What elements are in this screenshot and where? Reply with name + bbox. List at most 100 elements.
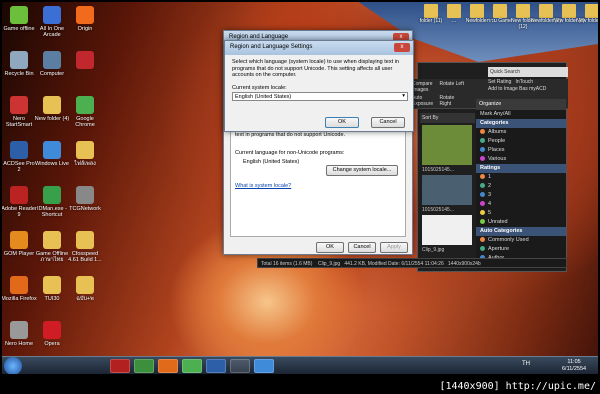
desktop-icon[interactable]: ACDSee Pro 2: [2, 141, 37, 173]
thumbnail[interactable]: [422, 125, 472, 165]
desktop-icon[interactable]: Recycle Bin: [2, 51, 37, 77]
locale-select[interactable]: English (United States) ▾: [232, 92, 408, 101]
toolbar-intouch[interactable]: InTouch: [516, 79, 534, 85]
desktop-icon[interactable]: Mozilla Firefox: [2, 276, 37, 302]
status-total: Total 16 items (1.6 MB): [261, 261, 313, 267]
quick-search[interactable]: Quick Search: [488, 67, 568, 77]
rating-item[interactable]: 4: [476, 200, 566, 209]
app-icon: [43, 96, 61, 114]
desktop-icon[interactable]: Cfosspeed 4.61 Build 1...: [67, 231, 103, 263]
toolbar-add-image-basket[interactable]: Add to Image Bas: [488, 86, 528, 92]
toolbar-auto-exposure[interactable]: Auto Exposure: [412, 95, 439, 108]
status-info: 441.2 KB, Modified Date: 6/11/2554 11:04…: [344, 261, 444, 267]
desktop-icon-label: Windows Live: [35, 161, 69, 167]
toolbar-myacd[interactable]: myACD: [529, 86, 546, 92]
rating-item[interactable]: Unrated: [476, 218, 566, 227]
watermark: [1440x900] http://upic.me/: [439, 381, 596, 392]
folder-icon: [447, 4, 461, 18]
thumbnail[interactable]: [422, 215, 472, 245]
category-item[interactable]: Albums: [476, 128, 566, 137]
desktop-icon[interactable]: Nero StartSmart: [2, 96, 37, 128]
idm-task-icon[interactable]: [134, 359, 154, 373]
desktop-icon[interactable]: Game offline: [2, 6, 37, 32]
chrome-task-icon[interactable]: [182, 359, 202, 373]
rating-item[interactable]: 1: [476, 173, 566, 182]
toolbar-compare[interactable]: Compare Images: [412, 81, 439, 94]
language-indicator[interactable]: TH: [522, 361, 530, 367]
opera-task-icon[interactable]: [110, 359, 130, 373]
apply-button[interactable]: Apply: [380, 242, 408, 253]
desktop-icon-label: GOM Player: [3, 251, 35, 257]
rating-icon: [480, 219, 485, 225]
acdsee-task-icon[interactable]: [206, 359, 226, 373]
folder-icon: [470, 4, 484, 18]
desktop-icon[interactable]: Nero Home: [2, 321, 37, 347]
desktop-icon[interactable]: ไฟล์เพลง: [67, 141, 103, 167]
desktop-icon[interactable]: Adobe Reader 9: [2, 186, 37, 218]
desktop-icon[interactable]: IDMan.exe - Shortcut: [34, 186, 70, 218]
thumbnail[interactable]: [422, 175, 472, 205]
rating-item[interactable]: 2: [476, 182, 566, 191]
desktop-icon[interactable]: TUI30: [34, 276, 70, 302]
cancel-button[interactable]: Cancel: [348, 242, 376, 253]
category-item[interactable]: Places: [476, 146, 566, 155]
ratings-header[interactable]: Ratings: [476, 164, 566, 173]
toolbar-rotate-right[interactable]: Rotate Right: [440, 95, 467, 108]
auto-category-item[interactable]: Commonly Used: [476, 236, 566, 245]
categories-header[interactable]: Categories: [476, 119, 566, 128]
system-locale-link[interactable]: What is system locale?: [235, 183, 401, 189]
app-icon: [10, 51, 28, 69]
desktop-icon[interactable]: GOM Player: [2, 231, 37, 257]
category-icon: [480, 138, 485, 144]
desktop-icon[interactable]: Google Chrome: [67, 96, 103, 128]
locale-value: English (United States): [235, 94, 292, 100]
desktop-icon[interactable]: Game Offline ภาษาไทย: [34, 231, 70, 263]
category-label: People: [488, 138, 506, 144]
desktop-icon[interactable]: Computer: [34, 51, 70, 77]
desktop-icon[interactable]: New folder (4): [34, 96, 70, 122]
firefox-task-icon[interactable]: [158, 359, 178, 373]
status-dims: 1440x900x24b: [447, 261, 481, 267]
rating-item[interactable]: 3: [476, 191, 566, 200]
control-panel-task-icon[interactable]: [254, 359, 274, 373]
cancel-button[interactable]: Cancel: [371, 117, 405, 128]
close-icon[interactable]: x: [394, 43, 410, 52]
app-icon: [43, 51, 61, 69]
desktop-icon[interactable]: Origin: [67, 6, 103, 32]
desktop-icon[interactable]: ฉบับ+พ: [67, 276, 103, 302]
desktop-folder[interactable]: New folder (1): [575, 4, 598, 25]
sort-by[interactable]: Sort By: [420, 113, 475, 123]
auto-categories-header[interactable]: Auto Categories: [476, 227, 566, 236]
desktop-icon[interactable]: TCGNetwork: [67, 186, 103, 212]
mark-filter[interactable]: Mark Any/All: [476, 110, 566, 119]
desktop-icon[interactable]: [67, 51, 103, 71]
rating-icon: [480, 201, 485, 207]
desktop-icon-label: Computer: [39, 71, 65, 77]
ok-button[interactable]: OK: [325, 117, 359, 128]
auto-category-item[interactable]: Aperture: [476, 245, 566, 254]
partial-text: text in programs that do not support Uni…: [235, 132, 346, 138]
clock[interactable]: 11:05 6/11/2554: [562, 359, 586, 372]
rating-item[interactable]: 5: [476, 209, 566, 218]
desktop-icon-label: TCGNetwork: [69, 206, 101, 212]
rating-label: 2: [488, 183, 492, 189]
toolbar-rotate-left[interactable]: Rotate Left: [440, 81, 467, 94]
category-item[interactable]: People: [476, 137, 566, 146]
desktop-icon[interactable]: All In One Arcade: [34, 6, 70, 38]
desktop-icon-label: Origin: [77, 26, 93, 32]
toolbar-set-rating[interactable]: Set Rating: [488, 79, 511, 85]
desktop-icon-label: ไฟล์เพลง: [74, 161, 96, 167]
organize-title: Organize: [476, 99, 566, 110]
window-task-icon[interactable]: [230, 359, 250, 373]
desktop-icon[interactable]: Windows Live: [34, 141, 70, 167]
change-locale-button[interactable]: Change system locale...: [326, 165, 398, 176]
app-icon: [43, 141, 61, 159]
desktop-icon[interactable]: Opera: [34, 321, 70, 347]
desktop-icon-label: Adobe Reader 9: [2, 206, 37, 218]
ok-button[interactable]: OK: [316, 242, 344, 253]
desktop-icon-label: All In One Arcade: [39, 26, 65, 38]
desktop-icon-label: Recycle Bin: [4, 71, 34, 77]
category-item[interactable]: Various: [476, 155, 566, 164]
start-button[interactable]: [4, 357, 22, 374]
rating-label: 1: [488, 174, 492, 180]
